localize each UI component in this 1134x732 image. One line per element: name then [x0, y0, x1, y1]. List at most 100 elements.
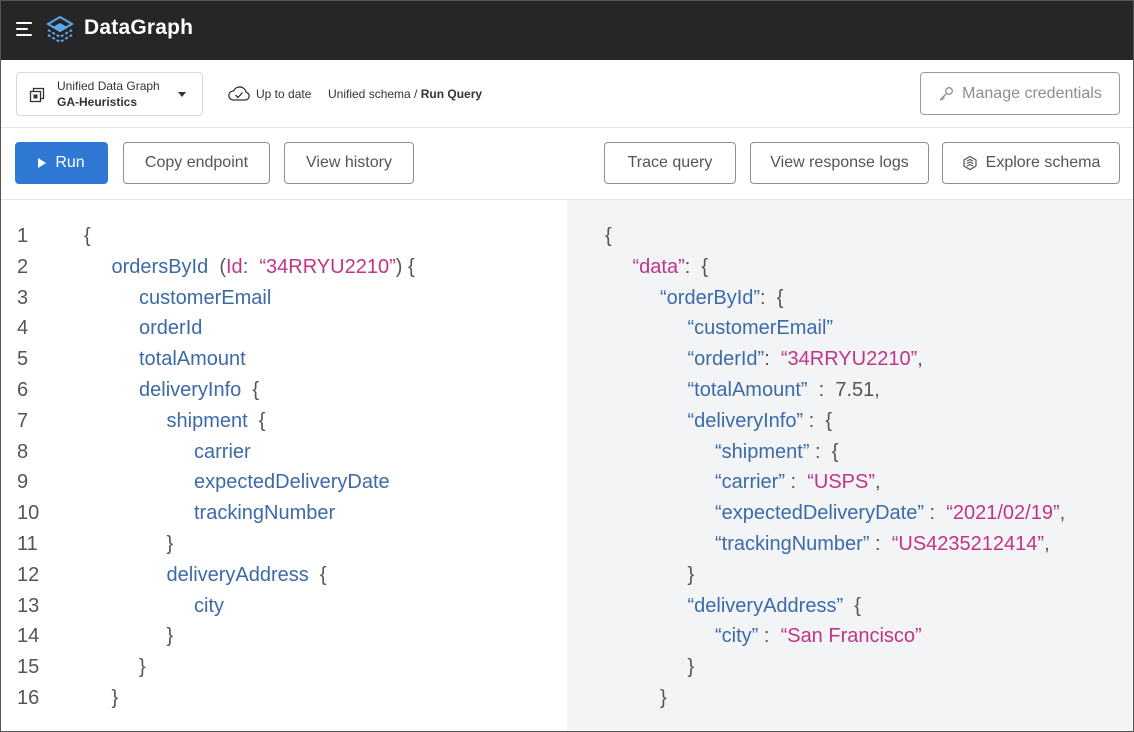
trace-query-label: Trace query [627, 154, 713, 171]
response-code-line: } [688, 560, 695, 591]
response-code-line: “carrier” : “USPS”, [715, 467, 881, 498]
response-code-token: : [764, 348, 781, 371]
line-number: 2 [17, 255, 29, 278]
query-code-token: { [84, 225, 91, 247]
response-code-line: “data”: { [633, 252, 709, 283]
key-icon [939, 86, 954, 100]
line-number: 15 [17, 656, 40, 679]
query-toolbar: Run Copy endpoint View history Trace que… [0, 128, 1134, 200]
response-code-token: : 7.51, [807, 379, 880, 401]
query-code-line: customerEmail [139, 283, 271, 314]
line-number: 13 [17, 594, 40, 617]
response-code-token: “shipment” [715, 440, 810, 463]
datagraph-logo-icon [46, 15, 74, 44]
breadcrumb-parent[interactable]: Unified schema [328, 87, 411, 101]
query-code-token: deliveryInfo [139, 379, 242, 401]
response-code-token: “USPS” [807, 471, 876, 494]
line-number: 6 [17, 379, 29, 401]
response-code-token: : { [684, 255, 709, 278]
query-code-line: trackingNumber [194, 498, 335, 529]
view-response-logs-button[interactable]: View response logs [750, 142, 929, 184]
query-code-token: ( [208, 255, 226, 278]
view-history-button[interactable]: View history [284, 142, 414, 184]
response-code-token: } [660, 687, 667, 709]
response-code-token: “34RRYU2210” [780, 348, 918, 371]
response-code-token: , [875, 471, 881, 494]
query-code-token: orderId [139, 317, 203, 340]
explore-schema-button[interactable]: Explore schema [942, 142, 1120, 184]
response-code-line: “deliveryInfo” : { [688, 406, 833, 437]
response-code-token: “data” [632, 255, 685, 278]
response-code-line: “expectedDeliveryDate” : “2021/02/19”, [715, 498, 1065, 529]
response-code-token: , [1059, 502, 1066, 525]
response-code-token: “orderId” [687, 348, 765, 371]
query-code-token: { [308, 563, 327, 586]
manage-credentials-button[interactable]: Manage credentials [920, 72, 1120, 115]
response-code-token: “deliveryInfo” [687, 409, 804, 432]
play-icon [38, 158, 47, 168]
response-code-token: : [923, 502, 947, 525]
response-code-token: , [917, 348, 923, 371]
trace-query-button[interactable]: Trace query [604, 142, 736, 184]
graph-selector[interactable]: Unified Data Graph GA-Heuristics [16, 72, 203, 116]
query-code-token: } [166, 625, 174, 648]
line-number: 12 [17, 563, 40, 586]
response-viewer: {“data”: {“orderById”: {“customerEmail” “… [567, 200, 1134, 732]
response-code-line: { [605, 221, 612, 252]
query-code-token: “34RRYU2210” [259, 255, 396, 278]
query-code-line: expectedDeliveryDate [194, 467, 390, 498]
response-code-token: : [869, 533, 892, 555]
query-code-token: Id [226, 255, 243, 278]
response-code-line: “totalAmount” : 7.51, [688, 375, 880, 406]
graph-variant: GA-Heuristics [57, 95, 138, 109]
query-code-line: } [112, 683, 119, 714]
query-code-line: } [139, 652, 146, 683]
response-code-line: “city” : “San Francisco” [715, 621, 922, 652]
copy-endpoint-button[interactable]: Copy endpoint [123, 142, 270, 184]
query-code-token: ) { [395, 255, 415, 278]
line-number: 1 [17, 225, 29, 247]
query-code-line: ordersById (Id: “34RRYU2210”) { [112, 252, 415, 283]
response-code-token: : [758, 625, 781, 648]
view-history-label: View history [306, 154, 392, 171]
line-number: 11 [17, 533, 38, 555]
response-code-token: : { [760, 286, 784, 309]
breadcrumb-current: Run Query [420, 87, 483, 101]
response-code-line: “trackingNumber” : “US4235212414”, [715, 529, 1050, 560]
response-code-token: { [605, 225, 612, 247]
view-response-logs-label: View response logs [770, 154, 909, 171]
explore-schema-icon [963, 155, 977, 171]
response-code-line: “orderById”: { [660, 283, 783, 314]
response-code-token: “San Francisco” [780, 625, 922, 648]
response-code-token: “city” [715, 625, 759, 648]
query-code-line: { [84, 221, 91, 252]
response-code-token: “expectedDeliveryDate” [715, 502, 924, 525]
run-button[interactable]: Run [15, 142, 108, 184]
line-number: 9 [17, 471, 29, 494]
response-code-line: “shipment” : { [715, 437, 838, 468]
schema-status-text: Up to date [256, 87, 312, 101]
response-code-token: “trackingNumber” [715, 533, 870, 555]
hamburger-menu-icon[interactable] [16, 22, 34, 38]
breadcrumb: Unified schema / Run Query [328, 87, 482, 101]
line-number: 4 [17, 317, 29, 340]
query-editor[interactable]: 1 2 3 4 5 6 7 8 9 10 11 12 13 14 15 16{ordersById (Id: … [0, 200, 567, 732]
response-code-token: { [843, 594, 861, 617]
query-code-line: } [167, 529, 174, 560]
response-code-token: “US4235212414” [891, 533, 1045, 555]
query-code-token: } [111, 687, 119, 709]
manage-credentials-label: Manage credentials [962, 84, 1102, 102]
response-code-line: “orderId”: “34RRYU2210”, [688, 344, 923, 375]
query-code-token: { [241, 379, 260, 401]
response-code-token: “deliveryAddress” [687, 594, 844, 617]
response-code-line: } [660, 683, 667, 714]
line-number: 16 [17, 687, 40, 709]
response-code-line: “customerEmail” [688, 313, 834, 344]
query-code-token: : [242, 255, 260, 278]
response-code-line: } [688, 652, 695, 683]
graph-name: Unified Data Graph [57, 79, 160, 93]
query-code-line: totalAmount [139, 344, 246, 375]
query-code-token: expectedDeliveryDate [194, 471, 390, 494]
chevron-down-icon [178, 92, 186, 97]
app-header: DataGraph [0, 0, 1134, 60]
